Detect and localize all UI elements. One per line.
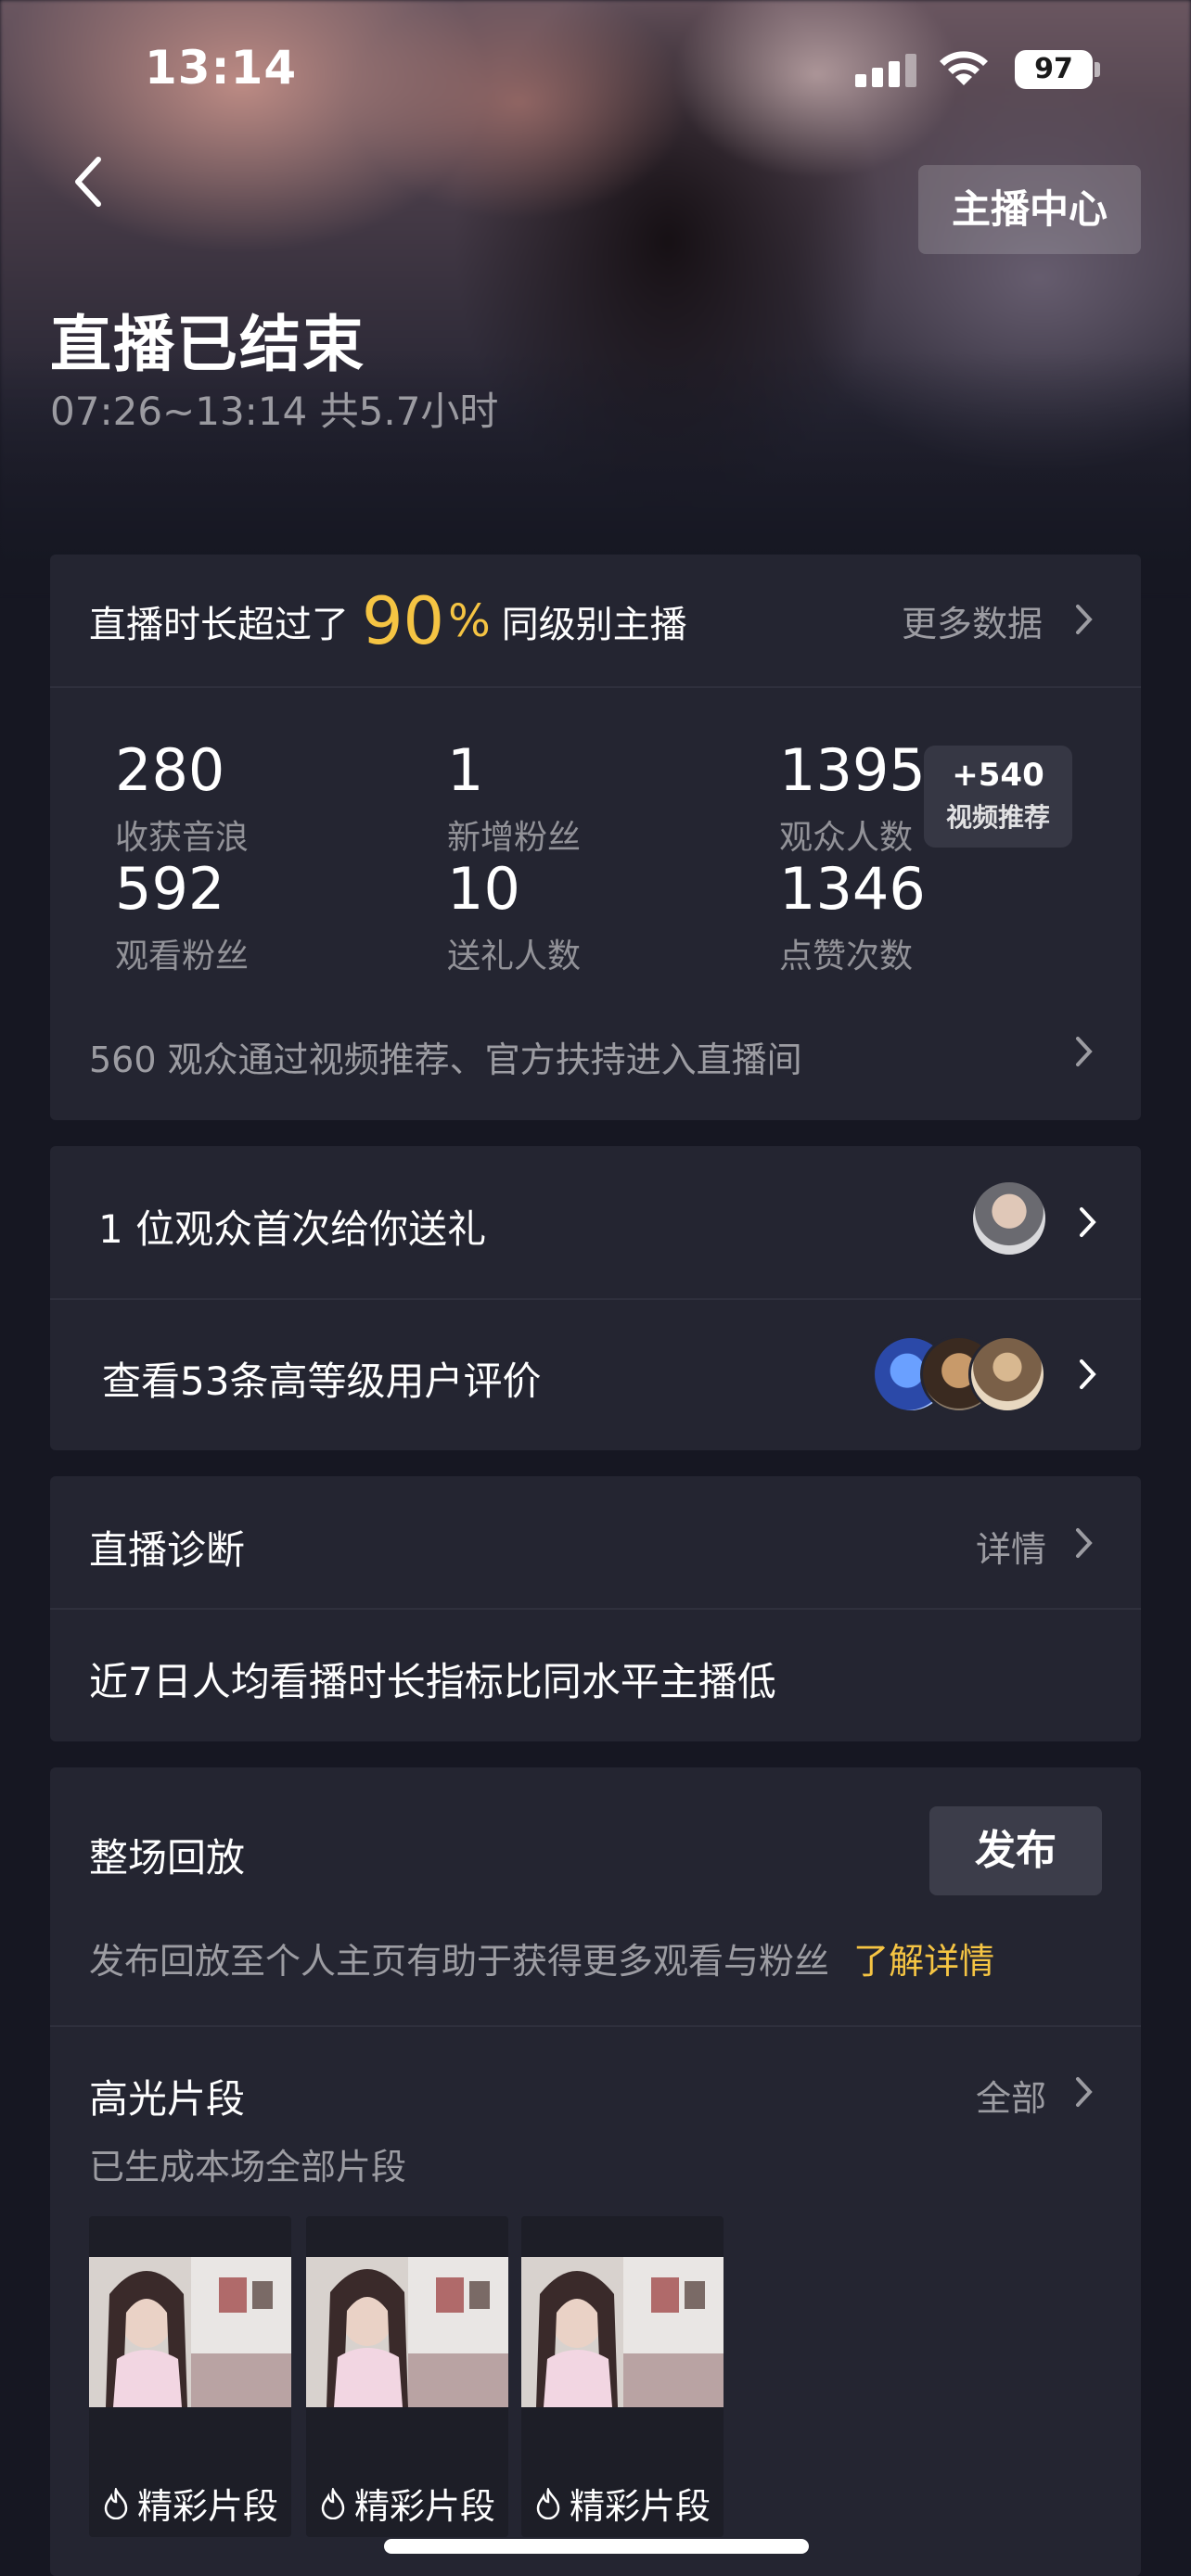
clip-label-text: 精彩片段 bbox=[354, 2486, 496, 2527]
first-gift-row[interactable]: 1 位观众首次给你送礼 bbox=[50, 1146, 1141, 1298]
diagnosis-chevron-icon[interactable] bbox=[1074, 1526, 1095, 1560]
flame-icon bbox=[536, 2487, 560, 2519]
clip-thumbnail bbox=[89, 2257, 291, 2407]
summary-percent: 90 bbox=[362, 583, 445, 659]
status-time: 13:14 bbox=[145, 41, 298, 95]
clip-label-text: 精彩片段 bbox=[570, 2486, 711, 2527]
stat-value: 1395 bbox=[779, 736, 926, 804]
summary-headline: 直播时长超过了 90 % 同级别主播 bbox=[89, 575, 687, 668]
replay-title: 整场回放 bbox=[89, 1835, 246, 1881]
stat-label: 点赞次数 bbox=[779, 937, 914, 976]
traffic-note[interactable]: 560 观众通过视频推荐、官方扶持进入直播间 bbox=[89, 1031, 802, 1082]
more-data-link[interactable]: 更多数据 bbox=[902, 595, 1043, 646]
divider bbox=[50, 1608, 1141, 1610]
stat-label: 收获音浪 bbox=[115, 819, 250, 857]
summary-prefix: 直播时长超过了 bbox=[89, 604, 349, 646]
flame-icon bbox=[321, 2487, 345, 2519]
stat-value: 592 bbox=[115, 855, 225, 923]
summary-percent-sign: % bbox=[448, 595, 491, 647]
battery-level: 97 bbox=[1015, 50, 1093, 89]
badge-label: 视频推荐 bbox=[945, 802, 1050, 833]
diagnosis-detail-link[interactable]: 详情 bbox=[976, 1521, 1046, 1572]
divider bbox=[50, 686, 1141, 688]
publish-button[interactable]: 发布 bbox=[929, 1806, 1102, 1895]
clip-label: 精彩片段 bbox=[534, 2478, 711, 2529]
stat-label: 新增粉丝 bbox=[447, 819, 582, 857]
reviews-row[interactable]: 查看53条高等级用户评价 bbox=[50, 1300, 1141, 1450]
stat-value: 10 bbox=[447, 855, 520, 923]
divider bbox=[50, 2025, 1141, 2027]
learn-more-link[interactable]: 了解详情 bbox=[853, 1941, 994, 1982]
traffic-chevron-icon[interactable] bbox=[1074, 1035, 1095, 1068]
page-title: 直播已结束 bbox=[50, 309, 365, 380]
replay-hint-line: 发布回放至个人主页有助于获得更多观看与粉丝 了解详情 bbox=[89, 1932, 994, 1983]
highlights-title: 高光片段 bbox=[89, 2076, 246, 2122]
chevron-right-icon bbox=[1080, 1359, 1096, 1389]
stat-value: 1346 bbox=[779, 855, 926, 923]
highlight-clip[interactable]: 精彩片段 bbox=[89, 2216, 291, 2537]
highlights-all-link[interactable]: 全部 bbox=[976, 2070, 1046, 2121]
clip-thumbnail bbox=[306, 2257, 508, 2407]
clip-thumbnail bbox=[521, 2257, 724, 2407]
stat-label: 观看粉丝 bbox=[115, 937, 250, 976]
first-gift-text: 1 位观众首次给你送礼 bbox=[98, 1206, 487, 1252]
more-data-chevron-icon[interactable] bbox=[1074, 603, 1095, 636]
diagnosis-message: 近7日人均看播时长指标比同水平主播低 bbox=[89, 1659, 776, 1704]
wifi-icon bbox=[940, 51, 988, 85]
highlights-subtitle: 已生成本场全部片段 bbox=[89, 2147, 407, 2187]
highlight-clip[interactable]: 精彩片段 bbox=[306, 2216, 508, 2537]
highlight-clip[interactable]: 精彩片段 bbox=[521, 2216, 724, 2537]
back-icon[interactable] bbox=[61, 148, 117, 215]
battery-icon: 97 bbox=[1015, 50, 1100, 89]
stat-value: 280 bbox=[115, 736, 225, 804]
summary-suffix: 同级别主播 bbox=[501, 604, 687, 646]
stat-label: 观众人数 bbox=[779, 819, 914, 857]
clip-label-text: 精彩片段 bbox=[137, 2486, 279, 2527]
flame-icon bbox=[104, 2487, 128, 2519]
highlights-chevron-icon[interactable] bbox=[1074, 2075, 1095, 2109]
chevron-right-icon bbox=[1080, 1207, 1096, 1237]
diagnosis-title: 直播诊断 bbox=[89, 1527, 246, 1573]
clip-label: 精彩片段 bbox=[319, 2478, 495, 2529]
live-duration: 07:26~13:14 共5.7小时 bbox=[50, 389, 499, 434]
avatar bbox=[970, 1180, 1048, 1257]
reviews-text: 查看53条高等级用户评价 bbox=[102, 1358, 542, 1404]
video-recommend-badge: +540 视频推荐 bbox=[924, 746, 1072, 848]
stat-value: 1 bbox=[447, 736, 484, 804]
diagnosis-card: 直播诊断 详情 近7日人均看播时长指标比同水平主播低 bbox=[50, 1476, 1141, 1741]
live-ended-page: 13:14 97 主播中心 直播已结束 07:26~13:14 共5.7小时 直… bbox=[0, 0, 1191, 2576]
summary-card: 直播时长超过了 90 % 同级别主播 更多数据 280 收获音浪 1 新增粉丝 … bbox=[50, 555, 1141, 1120]
anchor-center-button[interactable]: 主播中心 bbox=[918, 165, 1141, 254]
replay-hint: 发布回放至个人主页有助于获得更多观看与粉丝 bbox=[89, 1941, 830, 1982]
avatar bbox=[968, 1335, 1046, 1413]
clip-label: 精彩片段 bbox=[102, 2478, 278, 2529]
signal-icon bbox=[855, 54, 918, 87]
audience-card: 1 位观众首次给你送礼 查看53条高等级用户评价 bbox=[50, 1146, 1141, 1450]
badge-count: +540 bbox=[952, 757, 1044, 794]
home-indicator[interactable] bbox=[384, 2539, 809, 2554]
stat-label: 送礼人数 bbox=[447, 937, 582, 976]
